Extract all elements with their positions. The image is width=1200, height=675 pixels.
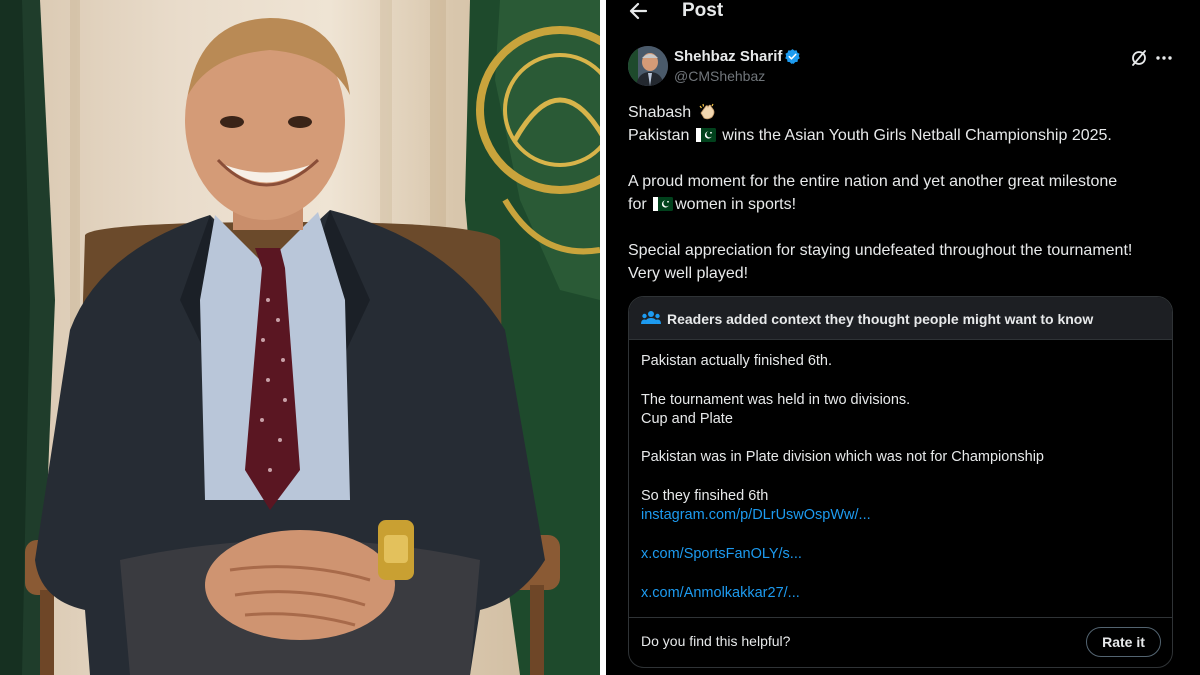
helpful-prompt: Do you find this helpful?: [641, 633, 791, 649]
back-arrow-icon[interactable]: [628, 0, 648, 22]
note-line: The tournament was held in two divisions…: [641, 391, 911, 408]
author-handle[interactable]: @CMShehbaz: [674, 68, 765, 84]
note-line: Pakistan was in Plate division which was…: [641, 449, 1044, 466]
tweet-line-text: Shabash: [628, 104, 692, 121]
community-note-title: Readers added context they thought peopl…: [667, 311, 1094, 327]
photo-illustration: [0, 0, 600, 675]
tweet-line: Very well played!: [628, 265, 749, 282]
note-source-link[interactable]: instagram.com/p/DLrUswOspWw/...: [641, 506, 1161, 525]
rate-it-button[interactable]: Rate it: [1086, 627, 1161, 657]
community-note-body: Pakistan actually finished 6th. The tour…: [641, 352, 1161, 603]
note-source-link[interactable]: x.com/Anmolkakkar27/...: [641, 584, 1161, 603]
tweet-line: for women in sports!: [628, 193, 1188, 216]
pakistan-flag-icon: [653, 197, 674, 211]
author-name[interactable]: Shehbaz Sharif: [674, 48, 782, 65]
more-icon[interactable]: [1154, 49, 1174, 67]
note-line: So they finsihed 6th: [641, 488, 769, 505]
avatar[interactable]: [628, 46, 668, 86]
note-source-link[interactable]: x.com/SportsFanOLY/s...: [641, 545, 1161, 564]
tweet-line: Shabash: [628, 101, 1188, 124]
tweet-line: Special appreciation for staying undefea…: [628, 242, 1133, 259]
tweet-line-text: for: [628, 196, 647, 213]
page-title: Post: [682, 0, 724, 21]
clapping-hands-icon: [699, 103, 715, 120]
tweet-line-text: women in sports!: [675, 196, 797, 213]
community-note: Readers added context they thought peopl…: [628, 296, 1173, 668]
tweet-text: Shabash Pakistan wins the Asian Youth Gi…: [628, 101, 1188, 285]
pakistan-flag-icon: [695, 128, 716, 142]
community-note-header: Readers added context they thought peopl…: [629, 297, 1172, 340]
tweet-line: Pakistan wins the Asian Youth Girls Netb…: [628, 124, 1188, 147]
post-panel: Post Shehbaz Sharif @CMShehbaz Shabash P…: [606, 0, 1200, 675]
tweet-line: A proud moment for the entire nation and…: [628, 173, 1118, 190]
note-line: Pakistan actually finished 6th.: [641, 353, 833, 369]
avatar-image: [628, 46, 668, 86]
note-line: Cup and Plate: [641, 410, 733, 427]
verified-badge-icon: [785, 49, 800, 64]
news-photo: [0, 0, 600, 675]
tweet-line-text: Pakistan: [628, 127, 690, 144]
tweet-line-text: wins the Asian Youth Girls Netball Champ…: [722, 127, 1112, 144]
community-note-footer: Do you find this helpful? Rate it: [629, 617, 1172, 667]
grok-icon[interactable]: [1130, 49, 1148, 67]
post-topbar: Post: [606, 0, 1200, 26]
people-icon: [641, 311, 661, 324]
